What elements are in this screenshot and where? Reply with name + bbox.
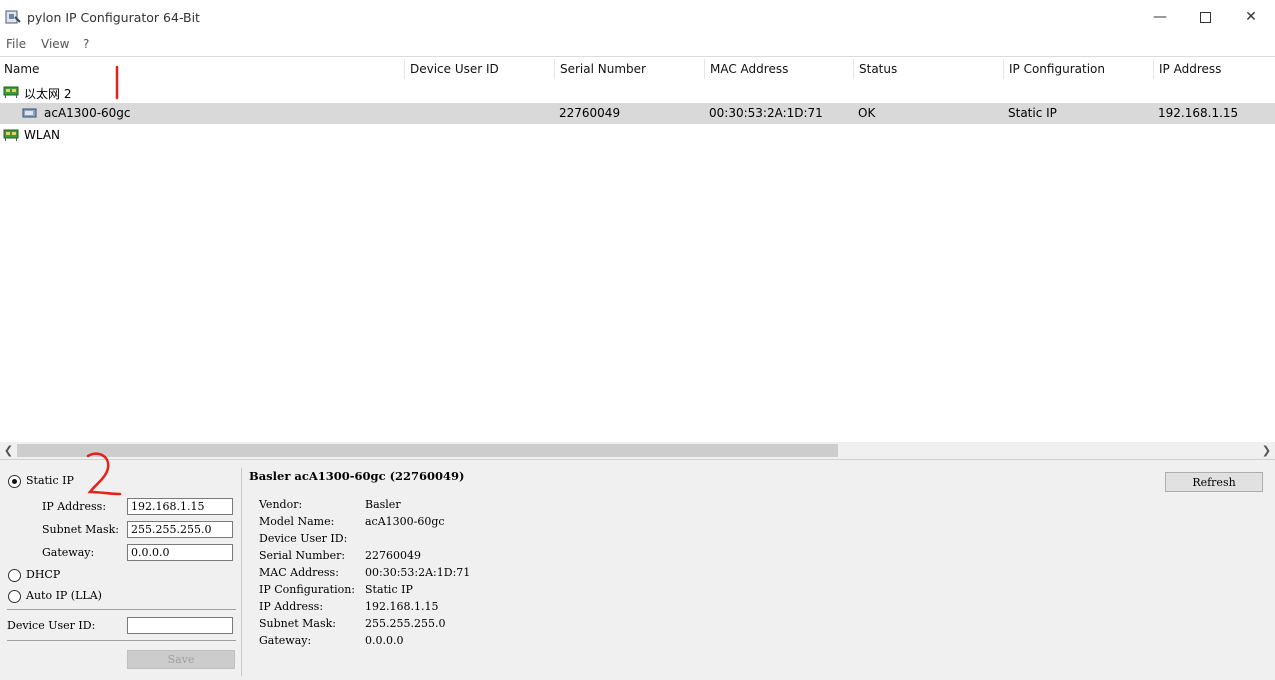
subnet-mask-label: Subnet Mask: xyxy=(42,523,120,536)
bottom-panel xyxy=(0,459,1275,680)
device-ip-cell: 192.168.1.15 xyxy=(1158,106,1239,120)
divider xyxy=(7,609,236,610)
tree-row-device[interactable]: acA1300-60gc 22760049 00:30:53:2A:1D:71 … xyxy=(0,103,1275,124)
maximize-icon xyxy=(1199,11,1211,23)
subnet-mask-input[interactable]: 255.255.255.0 xyxy=(127,521,233,538)
detail-value-subnet-mask: 255.255.255.0 xyxy=(365,617,446,630)
device-status-cell: OK xyxy=(858,106,876,120)
column-divider[interactable] xyxy=(853,59,854,79)
menu-help[interactable]: ? xyxy=(83,37,89,51)
device-serial-cell: 22760049 xyxy=(559,106,621,120)
column-divider[interactable] xyxy=(704,59,705,79)
network-adapter-icon xyxy=(3,129,19,141)
device-user-id-label: Device User ID: xyxy=(7,619,96,632)
adapter-name: WLAN xyxy=(24,128,61,142)
network-adapter-icon xyxy=(3,86,19,98)
column-divider[interactable] xyxy=(554,59,555,79)
col-header-ip-configuration[interactable]: IP Configuration xyxy=(1009,62,1105,76)
annotation-mark-1 xyxy=(115,65,119,100)
col-header-name[interactable]: Name xyxy=(4,62,39,76)
menu-bar: File View ? xyxy=(0,34,1275,57)
minimize-button[interactable]: — xyxy=(1145,7,1175,27)
save-button[interactable]: Save xyxy=(127,650,235,669)
detail-label-device-user-id: Device User ID: xyxy=(259,532,348,545)
detail-value-model-name: acA1300-60gc xyxy=(365,515,445,528)
detail-label-serial-number: Serial Number: xyxy=(259,549,346,562)
device-list-header: Name Device User ID Serial Number MAC Ad… xyxy=(0,57,1275,81)
camera-icon xyxy=(22,108,37,118)
menu-view[interactable]: View xyxy=(41,37,69,51)
maximize-button[interactable] xyxy=(1190,7,1220,27)
panel-divider xyxy=(241,468,242,676)
close-icon: ✕ xyxy=(1245,9,1257,25)
horizontal-scrollbar[interactable]: ❮ ❯ xyxy=(0,442,1275,459)
device-mac-cell: 00:30:53:2A:1D:71 xyxy=(709,106,823,120)
detail-value-ip-address: 192.168.1.15 xyxy=(365,600,439,613)
detail-label-subnet-mask: Subnet Mask: xyxy=(259,617,337,630)
col-header-device-user-id[interactable]: Device User ID xyxy=(410,62,499,76)
ip-address-input[interactable]: 192.168.1.15 xyxy=(127,498,233,515)
static-ip-radio[interactable] xyxy=(8,475,21,488)
ip-address-label: IP Address: xyxy=(42,500,107,513)
column-divider[interactable] xyxy=(1153,59,1154,79)
col-header-serial-number[interactable]: Serial Number xyxy=(560,62,646,76)
device-details-title: Basler acA1300-60gc (22760049) xyxy=(249,469,465,483)
device-name: acA1300-60gc xyxy=(44,106,131,120)
minimize-icon: — xyxy=(1153,9,1167,25)
detail-value-vendor: Basler xyxy=(365,498,401,511)
detail-value-ip-configuration: Static IP xyxy=(365,583,413,596)
column-divider[interactable] xyxy=(1003,59,1004,79)
detail-label-gateway: Gateway: xyxy=(259,634,312,647)
scroll-left-icon[interactable]: ❮ xyxy=(0,442,17,459)
detail-value-serial-number: 22760049 xyxy=(365,549,421,562)
title-bar: pylon IP Configurator 64-Bit — ✕ xyxy=(0,0,1275,34)
detail-label-vendor: Vendor: xyxy=(259,498,303,511)
static-ip-label: Static IP xyxy=(26,474,74,487)
scrollbar-thumb[interactable] xyxy=(17,444,838,457)
detail-value-gateway: 0.0.0.0 xyxy=(365,634,404,647)
close-button[interactable]: ✕ xyxy=(1236,7,1266,27)
dhcp-label: DHCP xyxy=(26,568,61,581)
gateway-input[interactable]: 0.0.0.0 xyxy=(127,544,233,561)
menu-file[interactable]: File xyxy=(6,37,26,51)
col-header-status[interactable]: Status xyxy=(859,62,897,76)
tree-row-adapter[interactable]: WLAN xyxy=(0,125,1275,146)
refresh-button[interactable]: Refresh xyxy=(1165,472,1263,492)
detail-label-ip-configuration: IP Configuration: xyxy=(259,583,355,596)
detail-label-mac-address: MAC Address: xyxy=(259,566,339,579)
window-title: pylon IP Configurator 64-Bit xyxy=(27,10,200,25)
col-header-mac-address[interactable]: MAC Address xyxy=(710,62,788,76)
scroll-right-icon[interactable]: ❯ xyxy=(1258,442,1275,459)
app-icon xyxy=(5,10,21,24)
detail-value-mac-address: 00:30:53:2A:1D:71 xyxy=(365,566,471,579)
adapter-name: 以太网 2 xyxy=(24,87,72,101)
auto-ip-radio[interactable] xyxy=(8,590,21,603)
device-user-id-input[interactable] xyxy=(127,617,233,634)
device-ip-config-cell: Static IP xyxy=(1008,106,1057,120)
dhcp-radio[interactable] xyxy=(8,569,21,582)
detail-label-model-name: Model Name: xyxy=(259,515,335,528)
divider xyxy=(7,640,236,641)
column-divider[interactable] xyxy=(404,59,405,79)
col-header-ip-address[interactable]: IP Address xyxy=(1159,62,1221,76)
annotation-mark-2 xyxy=(86,452,122,496)
tree-row-adapter[interactable]: 以太网 2 xyxy=(0,82,1275,103)
gateway-label: Gateway: xyxy=(42,546,95,559)
auto-ip-label: Auto IP (LLA) xyxy=(26,589,102,602)
detail-label-ip-address: IP Address: xyxy=(259,600,324,613)
